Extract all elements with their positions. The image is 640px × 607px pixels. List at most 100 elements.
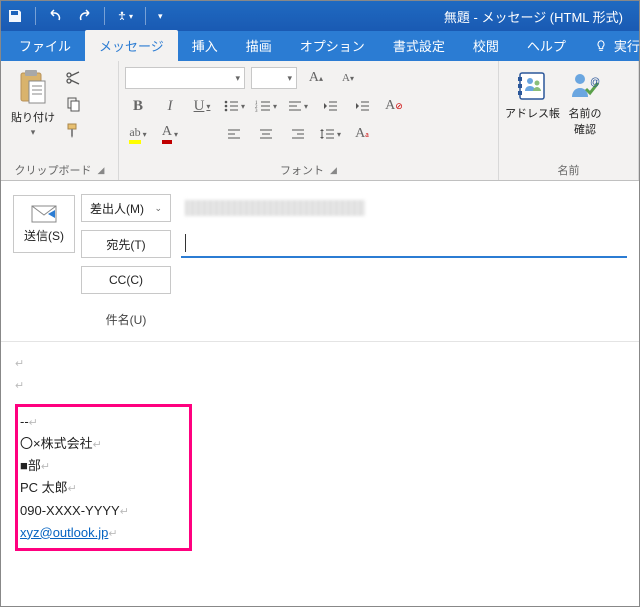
cut-button[interactable] [63, 69, 83, 87]
signature-highlight: --↵ 〇×株式会社↵ ■部↵ PC 太郎↵ 090-XXXX-YYYY↵ xy… [15, 404, 192, 551]
group-names-label: 名前 [558, 162, 580, 178]
svg-text:@: @ [590, 77, 600, 88]
styles-glyph: A [355, 126, 365, 142]
font-size-select[interactable]: ▾ [251, 67, 297, 89]
group-clipboard-label: クリップボード [15, 162, 92, 178]
accessibility-icon[interactable]: ▾ [117, 8, 133, 24]
send-label: 送信(S) [24, 227, 64, 244]
font-color-glyph: A [162, 124, 172, 144]
tell-me-label: 実行したい作 [614, 36, 640, 55]
numbering-button[interactable]: 123▾ [253, 95, 279, 117]
increase-indent-button[interactable] [349, 95, 375, 117]
sig-dept: ■部 [20, 458, 41, 473]
copy-icon [65, 96, 81, 112]
group-names: アドレス帳 @ 名前の 確認 名前 [499, 61, 639, 180]
cc-input[interactable] [181, 266, 627, 294]
subject-label: 件名(U) [81, 311, 171, 328]
styles-button[interactable]: Aa [349, 123, 375, 145]
align-right-button[interactable] [285, 123, 311, 145]
dialog-launcher-icon[interactable]: ◢ [98, 165, 105, 176]
tab-options[interactable]: オプション [286, 30, 379, 61]
from-label: 差出人(M) [90, 200, 144, 217]
tab-review[interactable]: 校閲 [459, 30, 513, 61]
text-cursor [185, 234, 186, 252]
from-redacted [185, 200, 365, 216]
svg-text:3: 3 [255, 109, 258, 113]
paste-label: 貼り付け [11, 109, 55, 125]
line-spacing-icon [319, 127, 335, 141]
address-book-icon [516, 69, 550, 103]
align-button[interactable]: ▾ [285, 95, 311, 117]
tab-message[interactable]: メッセージ [85, 30, 178, 61]
underline-button[interactable]: U▾ [189, 95, 215, 117]
sig-phone: 090-XXXX-YYYY [20, 503, 120, 518]
undo-icon[interactable] [48, 8, 64, 24]
to-button[interactable]: 宛先(T) [81, 230, 171, 258]
bold-button[interactable]: B [125, 95, 151, 117]
format-painter-button[interactable] [63, 121, 83, 139]
align-icon [288, 100, 302, 112]
decrease-indent-button[interactable] [317, 95, 343, 117]
address-book-button[interactable]: アドレス帳 [505, 69, 560, 121]
align-center-icon [259, 128, 273, 140]
qat-customize-icon[interactable]: ▾ [158, 11, 163, 22]
paste-icon [16, 69, 50, 107]
align-right-icon [291, 128, 305, 140]
sig-separator: -- [20, 414, 29, 429]
message-header: 送信(S) 差出人(M) ⌄ 宛先(T) CC(C) [1, 181, 639, 342]
font-color-button[interactable]: A▾ [157, 123, 183, 145]
message-body[interactable]: ↵ ↵ --↵ 〇×株式会社↵ ■部↵ PC 太郎↵ 090-XXXX-YYYY… [1, 342, 639, 561]
check-names-button[interactable]: @ 名前の 確認 [568, 69, 602, 137]
redo-icon[interactable] [76, 8, 92, 24]
group-font-label: フォント [280, 162, 324, 178]
sig-email-link[interactable]: xyz@outlook.jp [20, 525, 108, 540]
tab-file[interactable]: ファイル [5, 30, 85, 61]
grow-font-button[interactable]: A▴ [303, 67, 329, 89]
tab-format[interactable]: 書式設定 [379, 30, 459, 61]
clear-format-button[interactable]: A⊘ [381, 95, 407, 117]
group-font: ▾ ▾ A▴ A▾ B I U▾ ▾ 123▾ ▾ A⊘ ab▾ A▾ [119, 61, 499, 180]
ribbon-tabs: ファイル メッセージ 挿入 描画 オプション 書式設定 校閲 ヘルプ 実行したい… [1, 31, 639, 61]
grow-font-glyph: A [309, 70, 319, 86]
tab-help[interactable]: ヘルプ [513, 30, 580, 61]
to-label: 宛先(T) [106, 236, 145, 253]
check-names-label: 名前の 確認 [569, 105, 602, 137]
line-spacing-button[interactable]: ▾ [317, 123, 343, 145]
to-input[interactable] [181, 230, 627, 258]
check-names-icon: @ [568, 69, 602, 103]
send-button[interactable]: 送信(S) [13, 195, 75, 253]
align-center-button[interactable] [253, 123, 279, 145]
quick-access-toolbar: ▾ ▾ [7, 7, 163, 25]
separator [145, 7, 146, 25]
highlight-button[interactable]: ab▾ [125, 123, 151, 145]
italic-button[interactable]: I [157, 95, 183, 117]
tab-draw[interactable]: 描画 [232, 30, 286, 61]
tab-insert[interactable]: 挿入 [178, 30, 232, 61]
ribbon: 貼り付け ▾ クリップボード ◢ ▾ [1, 61, 639, 181]
paste-button[interactable]: 貼り付け ▾ [7, 65, 59, 138]
save-icon[interactable] [7, 8, 23, 24]
send-icon [31, 205, 57, 223]
underline-glyph: U [194, 98, 205, 115]
dialog-launcher-icon[interactable]: ◢ [330, 165, 337, 176]
indent-icon [354, 100, 370, 112]
align-left-button[interactable] [221, 123, 247, 145]
chevron-down-icon: ⌄ [154, 203, 162, 214]
shrink-font-button[interactable]: A▾ [335, 67, 361, 89]
group-clipboard: 貼り付け ▾ クリップボード ◢ [1, 61, 119, 180]
from-button[interactable]: 差出人(M) ⌄ [81, 194, 171, 222]
tab-tell-me[interactable]: 実行したい作 [580, 30, 640, 61]
highlight-glyph: ab [129, 125, 140, 144]
brush-icon [65, 122, 81, 138]
subject-input[interactable] [181, 307, 627, 331]
font-family-select[interactable]: ▾ [125, 67, 245, 89]
cc-button[interactable]: CC(C) [81, 266, 171, 294]
from-value [181, 194, 627, 222]
scissors-icon [65, 70, 81, 86]
clear-format-glyph: A [385, 98, 395, 114]
title-bar: ▾ ▾ 無題 - メッセージ (HTML 形式) [1, 1, 639, 31]
copy-button[interactable] [63, 95, 83, 113]
sig-company: 〇×株式会社 [20, 436, 93, 451]
bullets-button[interactable]: ▾ [221, 95, 247, 117]
outdent-icon [322, 100, 338, 112]
